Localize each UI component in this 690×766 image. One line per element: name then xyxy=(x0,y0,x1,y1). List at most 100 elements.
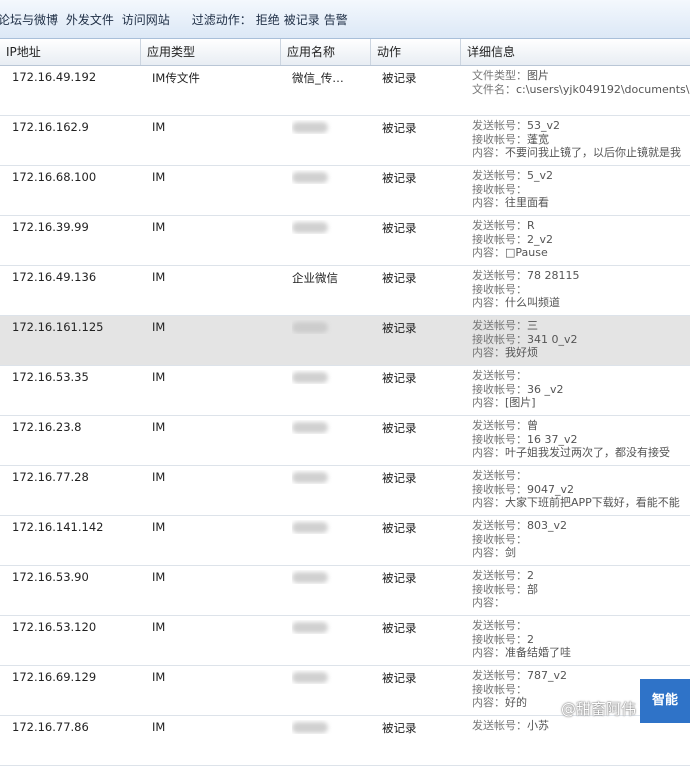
detail-line: 发送帐号： xyxy=(472,469,690,483)
nav-forum-weibo[interactable]: 论坛与微博 xyxy=(0,13,58,27)
detail-line: 发送帐号：2 xyxy=(472,569,690,583)
detail-line: 接收帐号：2 xyxy=(472,633,690,647)
filter-action-label: 过滤动作： xyxy=(191,12,252,27)
detail-key: 接收帐号： xyxy=(472,182,527,196)
detail-key: 发送帐号： xyxy=(472,169,527,182)
column-header-app-name[interactable]: 应用名称 xyxy=(280,39,370,65)
app-name-cell xyxy=(292,320,372,334)
detail-value: 16 37_v2 xyxy=(527,432,578,446)
table-row[interactable]: 172.16.53.90 IM 被记录 发送帐号：2 接收帐号：部 内容： xyxy=(0,566,690,616)
detail-value: 部 xyxy=(527,582,538,596)
detail-cell: 发送帐号：曾 接收帐号：16 37_v2 内容：叶子姐我发过两次了，都没有接受 xyxy=(472,419,690,460)
detail-line: 内容：什么叫频道 xyxy=(472,296,690,310)
detail-key: 接收帐号： xyxy=(472,232,527,246)
filter-bar: 论坛与微博 外发文件 访问网站 过滤动作： 拒绝 被记录 告警 xyxy=(0,0,690,39)
detail-key: 发送帐号： xyxy=(472,519,527,532)
detail-line: 接收帐号： xyxy=(472,533,690,547)
detail-value: 803_v2 xyxy=(527,519,568,532)
filter-action-alert[interactable]: 告警 xyxy=(324,11,348,28)
table-row[interactable]: 172.16.49.192 IM传文件 微信_传… 被记录 文件类型：图片 文件名：c:\… xyxy=(0,66,690,116)
column-header-ip[interactable]: IP地址 xyxy=(0,39,140,65)
smart-badge[interactable]: 智能 xyxy=(640,679,690,723)
detail-line: 发送帐号：78 28115 xyxy=(472,269,690,283)
detail-value: 78 28115 xyxy=(527,269,580,282)
table-row[interactable]: 172.16.53.35 IM 被记录 发送帐号： 接收帐号：36 _v2 内容：[图片] xyxy=(0,366,690,416)
detail-key: 发送帐号： xyxy=(472,719,527,732)
detail-value: 图片 xyxy=(527,69,549,82)
table-row[interactable]: 172.16.23.8 IM 被记录 发送帐号：曾 接收帐号：16 37_v2 内容：叶子… xyxy=(0,416,690,466)
detail-key: 接收帐号： xyxy=(472,382,527,396)
detail-key: 接收帐号： xyxy=(472,332,527,346)
table-row[interactable]: 172.16.49.136 IM 企业微信 被记录 发送帐号：78 28115 接收帐号：… xyxy=(0,266,690,316)
detail-line: 内容：准备结婚了哇 xyxy=(472,646,690,660)
detail-value: 787_v2 xyxy=(527,669,568,682)
detail-key: 发送帐号： xyxy=(472,219,527,232)
app-type-cell: IM传文件 xyxy=(152,71,200,85)
app-name-cell xyxy=(292,370,372,384)
action-cell: 被记录 xyxy=(382,421,417,435)
detail-line: 接收帐号：部 xyxy=(472,583,690,597)
app-name-cell xyxy=(292,120,372,134)
app-type-cell: IM xyxy=(152,670,166,684)
detail-line: 内容：剑 xyxy=(472,546,690,560)
app-type-cell: IM xyxy=(152,470,166,484)
detail-key: 内容： xyxy=(472,496,505,509)
detail-key: 接收帐号： xyxy=(472,582,527,596)
ip-address-cell: 172.16.53.90 xyxy=(12,570,89,584)
table-row[interactable]: 172.16.68.100 IM 被记录 发送帐号：5_v2 接收帐号： 内容：往里面看 xyxy=(0,166,690,216)
detail-value: 36 _v2 xyxy=(527,382,564,396)
detail-line: 接收帐号： xyxy=(472,183,690,197)
detail-value: 我好烦 xyxy=(505,346,538,359)
redacted-blur xyxy=(292,522,328,533)
table-row[interactable]: 172.16.161.125 IM 被记录 发送帐号：三 接收帐号：341 0_v2 内容… xyxy=(0,316,690,366)
column-header-details[interactable]: 详细信息 xyxy=(460,39,690,65)
redacted-blur xyxy=(292,322,328,333)
detail-line: 内容：□Pause xyxy=(472,246,690,260)
table-row[interactable]: 172.16.77.86 IM 被记录 发送帐号：小苏 xyxy=(0,716,690,766)
detail-line: 发送帐号： xyxy=(472,369,690,383)
action-cell: 被记录 xyxy=(382,671,417,685)
table-row[interactable]: 172.16.162.9 IM 被记录 发送帐号：53_v2 接收帐号：蓬宽 内容：不要问… xyxy=(0,116,690,166)
action-cell: 被记录 xyxy=(382,121,417,135)
detail-value: 往里面看 xyxy=(505,196,549,209)
column-header-action[interactable]: 动作 xyxy=(370,39,460,65)
detail-key: 内容： xyxy=(472,696,505,709)
detail-key: 内容： xyxy=(472,246,505,259)
table-row[interactable]: 172.16.141.142 IM 被记录 发送帐号：803_v2 接收帐号： 内容：剑 xyxy=(0,516,690,566)
filter-action-logged[interactable]: 被记录 xyxy=(284,11,320,28)
filter-action-reject[interactable]: 拒绝 xyxy=(256,11,280,28)
nav-visit-sites[interactable]: 访问网站 xyxy=(122,13,170,27)
detail-key: 发送帐号： xyxy=(472,619,527,632)
detail-key: 内容： xyxy=(472,546,505,559)
detail-key: 发送帐号： xyxy=(472,469,527,482)
table-row[interactable]: 172.16.53.120 IM 被记录 发送帐号： 接收帐号：2 内容：准备结婚了哇 xyxy=(0,616,690,666)
app-name-cell xyxy=(292,170,372,184)
detail-value: 不要问我止镜了，以后你止镜就是我 xyxy=(505,146,681,159)
redacted-blur xyxy=(292,722,328,733)
nav-outgoing-files[interactable]: 外发文件 xyxy=(66,13,114,27)
ip-address-cell: 172.16.39.99 xyxy=(12,220,89,234)
redacted-blur xyxy=(292,422,328,433)
app-name-cell xyxy=(292,670,372,684)
redacted-blur xyxy=(292,622,328,633)
detail-line: 内容：不要问我止镜了，以后你止镜就是我 xyxy=(472,146,690,160)
app-name-cell: 企业微信 xyxy=(292,271,338,285)
table-row[interactable]: 172.16.39.99 IM 被记录 发送帐号：R 接收帐号：2_v2 内容：□Paus… xyxy=(0,216,690,266)
detail-line: 发送帐号：R xyxy=(472,219,690,233)
detail-line: 接收帐号：9047_v2 xyxy=(472,483,690,497)
ip-address-cell: 172.16.49.136 xyxy=(12,270,97,284)
app-type-cell: IM xyxy=(152,320,166,334)
detail-key: 发送帐号： xyxy=(472,369,527,382)
detail-value: R xyxy=(527,219,535,232)
column-header-app-type[interactable]: 应用类型 xyxy=(140,39,280,65)
table-row[interactable]: 172.16.77.28 IM 被记录 发送帐号： 接收帐号：9047_v2 内容：大家下… xyxy=(0,466,690,516)
app-type-cell: IM xyxy=(152,420,166,434)
detail-key: 发送帐号： xyxy=(472,319,527,332)
action-cell: 被记录 xyxy=(382,571,417,585)
detail-cell: 发送帐号：53_v2 接收帐号：蓬宽 内容：不要问我止镜了，以后你止镜就是我 xyxy=(472,119,690,160)
action-cell: 被记录 xyxy=(382,521,417,535)
detail-value: 9047_v2 xyxy=(527,482,575,496)
action-cell: 被记录 xyxy=(382,221,417,235)
app-type-cell: IM xyxy=(152,370,166,384)
app-type-cell: IM xyxy=(152,720,166,734)
